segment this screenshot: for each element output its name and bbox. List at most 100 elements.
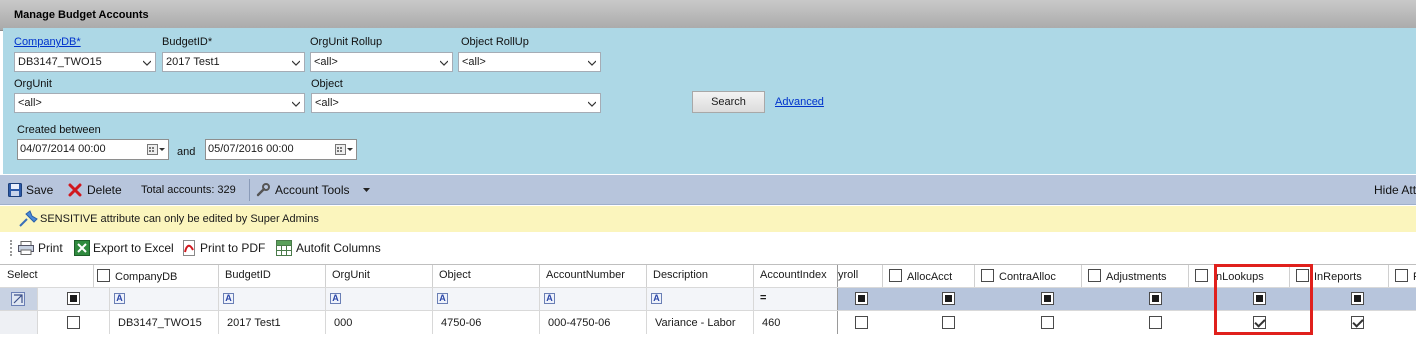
alloc-acct-checkbox[interactable]	[942, 316, 955, 329]
table-row[interactable]: DB3147_TWO15 2017 Test1 000 4750-06 000-…	[0, 310, 838, 334]
column-header-description[interactable]: Description	[647, 265, 754, 287]
filter-operator-icon[interactable]: A	[437, 293, 448, 304]
filter-operator-icon[interactable]: A	[651, 293, 662, 304]
sensitive-notice-bar: SENSITIVE attribute can only be edited b…	[0, 206, 1416, 232]
column-header-budget-id[interactable]: BudgetID	[219, 265, 326, 287]
orgunit-rollup-select[interactable]: <all>	[310, 52, 453, 72]
filter-contra-alloc-checkbox[interactable]	[1041, 292, 1054, 305]
cell-budget-id[interactable]: 2017 Test1	[219, 311, 326, 334]
column-header-adjustments[interactable]: Adjustments	[1082, 265, 1189, 287]
filter-object[interactable]: A	[433, 288, 540, 310]
column-select-checkbox[interactable]	[889, 269, 902, 282]
filter-row-selector[interactable]	[0, 288, 38, 310]
cell-value: 460	[762, 317, 781, 329]
chevron-down-icon[interactable]	[363, 188, 370, 193]
filter-description[interactable]: A	[647, 288, 754, 310]
column-select-checkbox[interactable]	[1088, 269, 1101, 282]
column-header-company-db[interactable]: CompanyDB	[94, 265, 219, 287]
cell-account-number[interactable]: 000-4750-06	[540, 311, 647, 334]
column-header-label: Description	[653, 269, 709, 281]
column-header-select[interactable]: Select	[0, 265, 94, 287]
row-selector[interactable]	[0, 311, 38, 334]
filter-operator-icon[interactable]: A	[223, 293, 234, 304]
save-icon[interactable]	[8, 183, 22, 197]
advanced-link[interactable]: Advanced	[775, 96, 824, 108]
filter-equals-operator[interactable]: =	[760, 292, 766, 304]
export-excel-button[interactable]: Export to Excel	[93, 241, 174, 255]
filter-checkbox[interactable]	[67, 292, 80, 305]
column-header-label: yroll	[838, 269, 859, 281]
chevron-down-icon	[588, 101, 596, 107]
orgunit-label: OrgUnit	[14, 78, 52, 90]
column-select-checkbox[interactable]	[1195, 269, 1208, 282]
date-to-picker[interactable]: 05/07/2016 00:00	[205, 139, 357, 160]
column-header-object[interactable]: Object	[433, 265, 540, 287]
clear-filter-icon[interactable]	[11, 292, 25, 306]
calendar-icon	[335, 144, 353, 155]
column-header-payroll[interactable]: yroll	[838, 265, 883, 287]
orgunit-select[interactable]: <all>	[14, 93, 305, 113]
column-select-checkbox[interactable]	[1395, 269, 1408, 282]
cell-object[interactable]: 4750-06	[433, 311, 540, 334]
filter-adjustments-checkbox[interactable]	[1149, 292, 1162, 305]
wrench-icon	[256, 183, 270, 197]
print-button[interactable]: Print	[38, 241, 63, 255]
cell-orgunit[interactable]: 000	[326, 311, 433, 334]
column-header-orgunit[interactable]: OrgUnit	[326, 265, 433, 287]
print-pdf-button[interactable]: Print to PDF	[200, 241, 265, 255]
budget-id-select[interactable]: 2017 Test1	[162, 52, 305, 72]
pdf-icon[interactable]	[181, 240, 197, 256]
object-rollup-label: Object RollUp	[461, 36, 529, 48]
object-rollup-select[interactable]: <all>	[458, 52, 601, 72]
column-header-label: ContraAlloc	[999, 271, 1056, 283]
cell-description[interactable]: Variance - Labor	[647, 311, 754, 334]
company-db-link[interactable]: CompanyDB*	[14, 36, 81, 48]
cell-account-index[interactable]: 460	[754, 311, 838, 334]
budget-id-label: BudgetID*	[162, 36, 213, 48]
column-header-account-index[interactable]: AccountIndex	[754, 265, 838, 287]
autofit-columns-icon[interactable]	[276, 240, 292, 256]
cell-company-db[interactable]: DB3147_TWO15	[110, 311, 219, 334]
column-header-contra-alloc[interactable]: ContraAlloc	[975, 265, 1082, 287]
in-reports-checkbox[interactable]	[1351, 316, 1364, 329]
delete-button[interactable]: Delete	[87, 183, 122, 197]
filter-select-all[interactable]	[38, 288, 110, 310]
column-select-checkbox[interactable]	[97, 269, 110, 282]
hide-attributes-button[interactable]: Hide Att	[1374, 183, 1416, 197]
filter-alloc-acct-checkbox[interactable]	[942, 292, 955, 305]
filter-orgunit[interactable]: A	[326, 288, 433, 310]
column-select-checkbox[interactable]	[981, 269, 994, 282]
column-header-label: AccountNumber	[546, 269, 625, 281]
search-button[interactable]: Search	[692, 91, 765, 113]
date-to-value: 05/07/2016 00:00	[208, 143, 294, 155]
excel-icon[interactable]	[74, 240, 90, 256]
date-from-picker[interactable]: 04/07/2014 00:00	[17, 139, 169, 160]
filter-operator-icon[interactable]: A	[330, 293, 341, 304]
filter-in-reports-checkbox[interactable]	[1351, 292, 1364, 305]
filter-company-db[interactable]: A	[110, 288, 219, 310]
company-db-select[interactable]: DB3147_TWO15	[14, 52, 156, 72]
window-titlebar: Manage Budget Accounts	[0, 0, 1416, 31]
delete-icon[interactable]	[68, 183, 82, 197]
contra-alloc-checkbox[interactable]	[1041, 316, 1054, 329]
filter-account-index[interactable]: =	[754, 288, 838, 310]
row-select-cell[interactable]	[38, 311, 110, 334]
row-select-checkbox[interactable]	[67, 316, 80, 329]
column-header-account-number[interactable]: AccountNumber	[540, 265, 647, 287]
payroll-checkbox[interactable]	[855, 316, 868, 329]
filter-operator-icon[interactable]: A	[114, 293, 125, 304]
grid-toolbar: Print Export to Excel Print to PDF Autof…	[0, 232, 1416, 263]
adjustments-checkbox[interactable]	[1149, 316, 1162, 329]
column-header-partial[interactable]: R	[1389, 265, 1416, 287]
column-header-alloc-acct[interactable]: AllocAcct	[883, 265, 975, 287]
column-header-label: Select	[7, 269, 38, 281]
account-tools-menu[interactable]: Account Tools	[275, 183, 350, 197]
filter-account-number[interactable]: A	[540, 288, 647, 310]
filter-operator-icon[interactable]: A	[544, 293, 555, 304]
autofit-columns-button[interactable]: Autofit Columns	[296, 241, 381, 255]
filter-payroll-checkbox[interactable]	[855, 292, 868, 305]
object-select[interactable]: <all>	[311, 93, 601, 113]
print-icon[interactable]	[18, 241, 34, 255]
save-button[interactable]: Save	[26, 183, 53, 197]
filter-budget-id[interactable]: A	[219, 288, 326, 310]
